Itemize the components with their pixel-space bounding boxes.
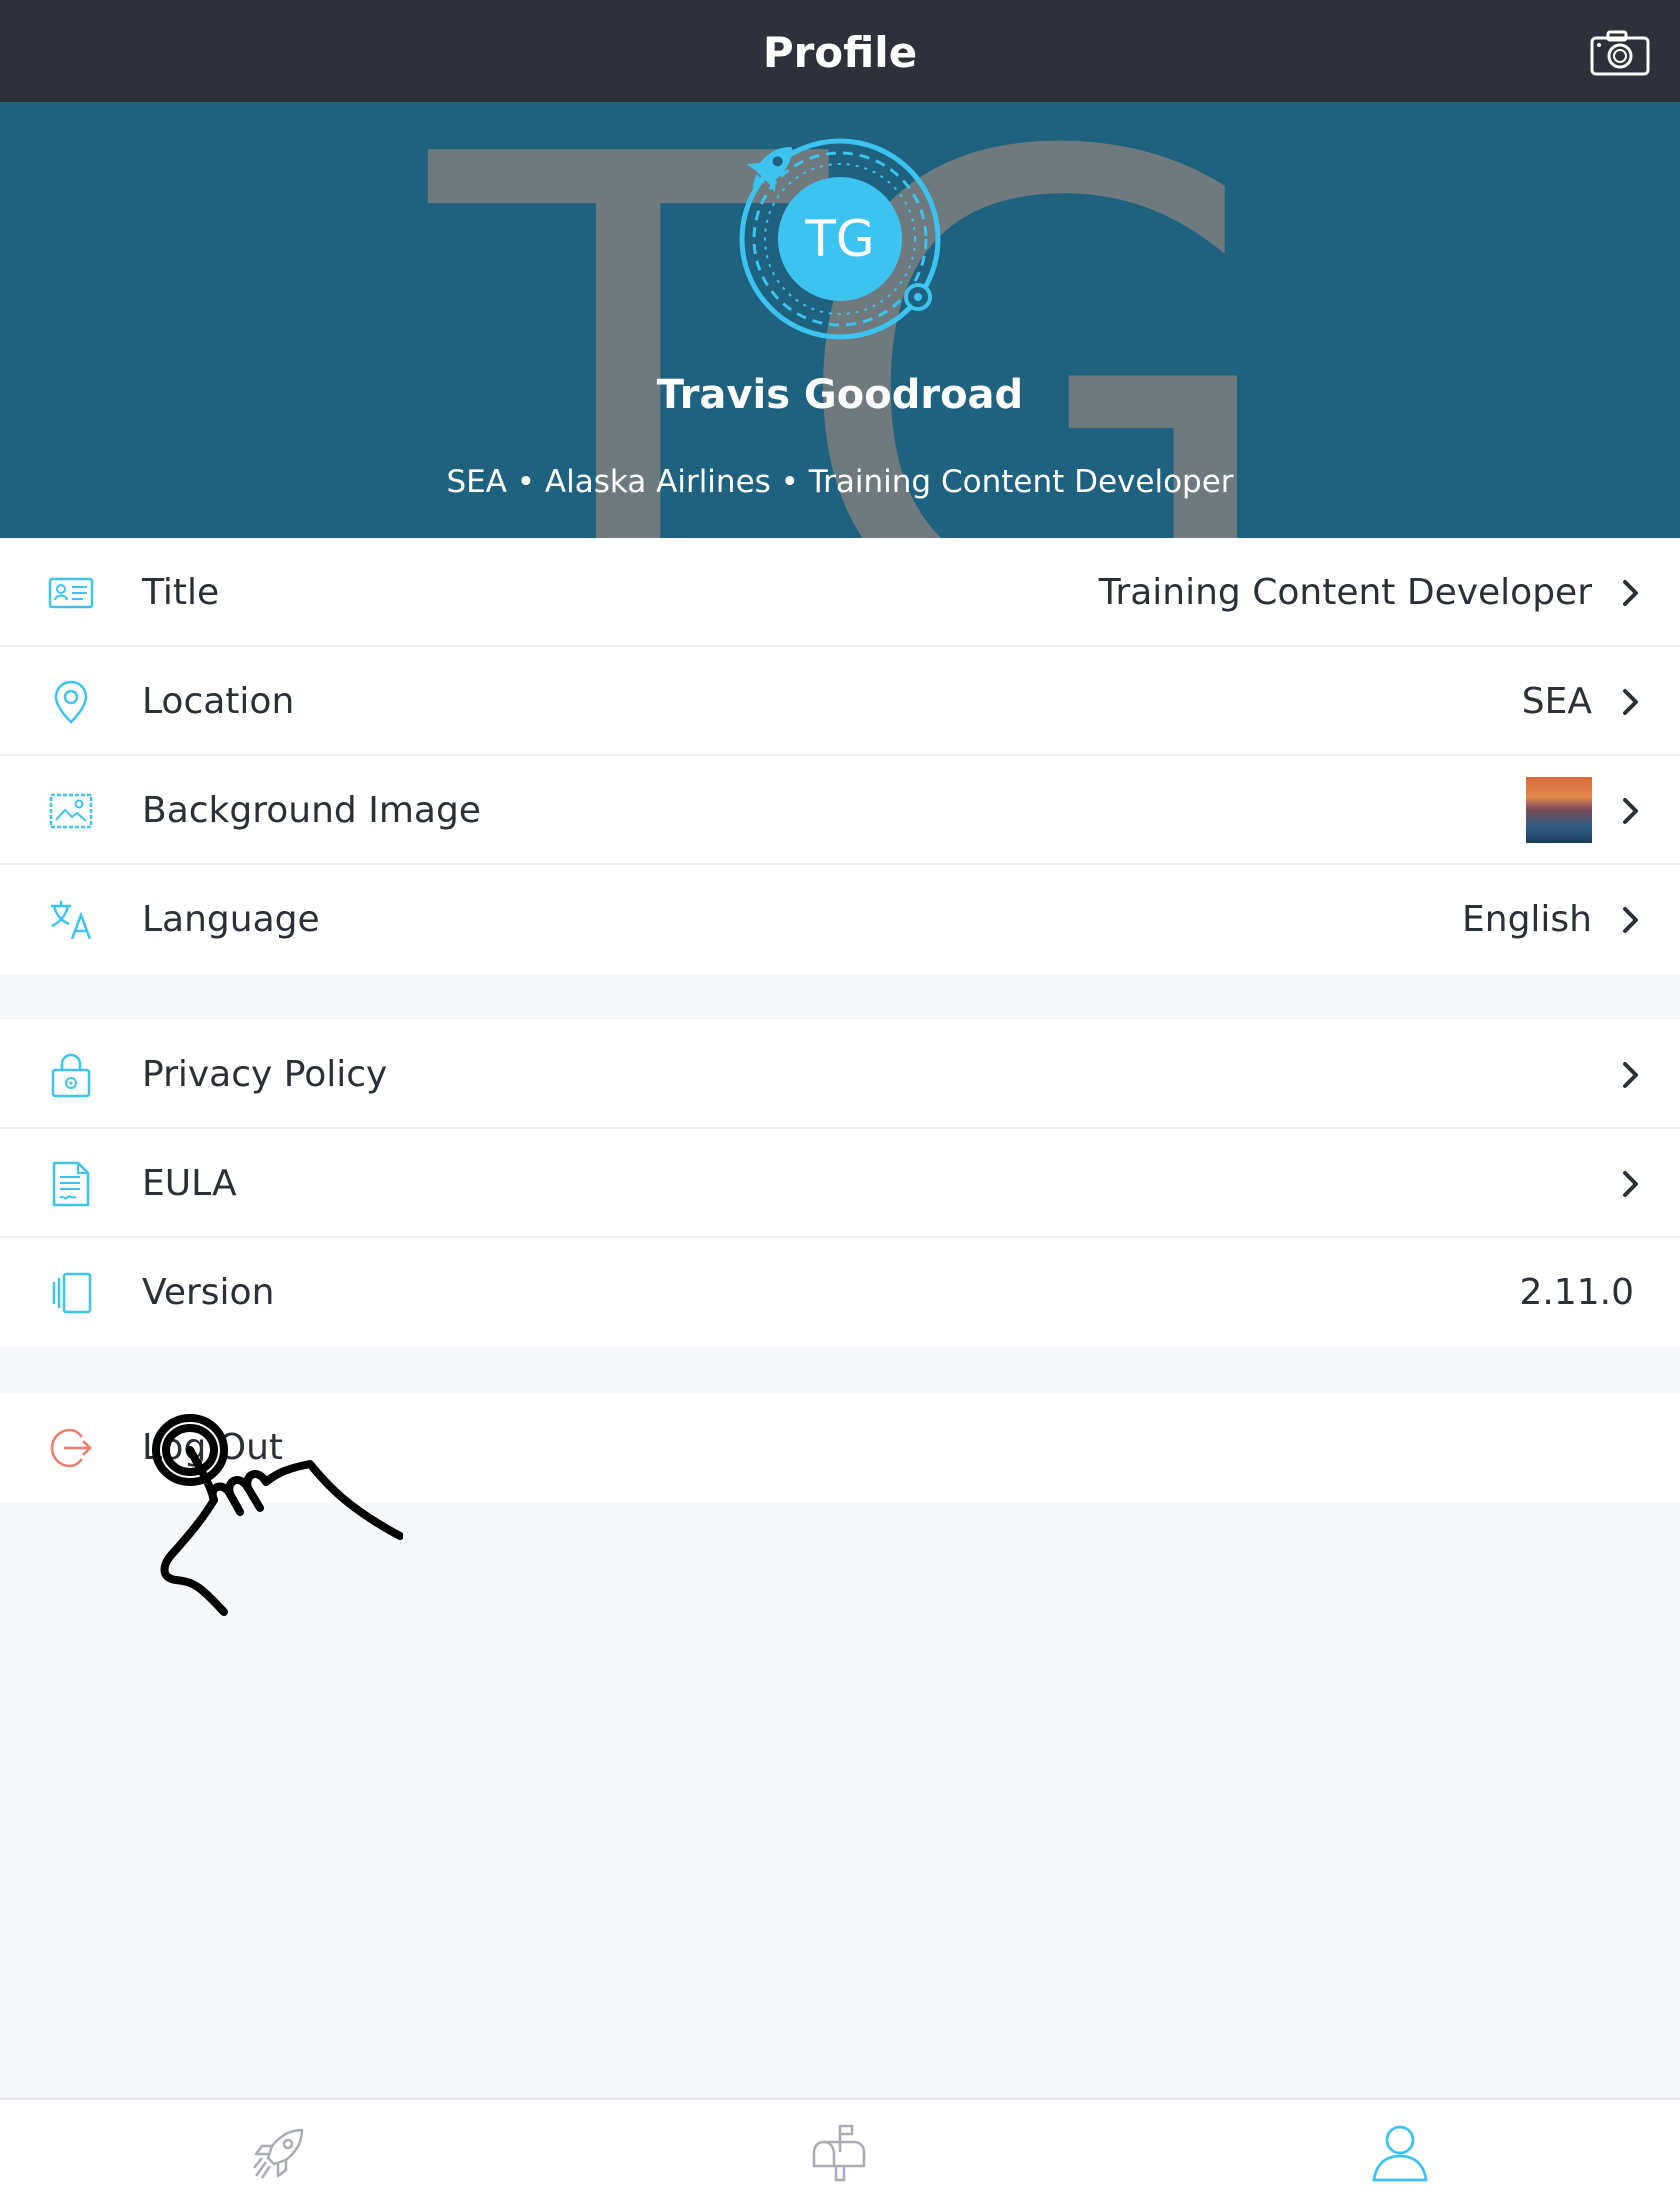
document-icon — [52, 1161, 90, 1207]
row-version: Version 2.11.0 — [0, 1238, 1680, 1347]
profile-header: TG TG Travis Goodroad SEA • Alaska Airli… — [0, 102, 1680, 538]
camera-icon[interactable] — [1590, 30, 1650, 76]
avatar-initials: TG — [778, 177, 902, 301]
row-label: Version — [142, 1272, 275, 1313]
tab-rocket[interactable] — [250, 2122, 310, 2182]
tap-gesture-icon — [152, 1414, 403, 1616]
lock-icon — [51, 1053, 91, 1098]
row-label: EULA — [142, 1163, 237, 1204]
info-list: Privacy Policy EULA Version 2.11.0 — [0, 1020, 1680, 1347]
version-value: 2.11.0 — [1519, 1272, 1634, 1313]
avatar[interactable]: TG — [730, 129, 950, 349]
row-label: Background Image — [142, 790, 481, 831]
tab-bar — [0, 2098, 1680, 2205]
row-background-image[interactable]: Background Image — [0, 756, 1680, 865]
map-pin-icon — [54, 680, 88, 724]
row-label: Location — [142, 681, 295, 722]
chevron-right-icon — [1623, 1171, 1638, 1197]
chevron-right-icon — [1623, 689, 1638, 715]
row-eula[interactable]: EULA — [0, 1129, 1680, 1238]
chevron-right-icon — [1623, 907, 1638, 933]
row-title[interactable]: Title Training Content Developer — [0, 538, 1680, 647]
profile-details-list: Title Training Content Developer Locatio… — [0, 538, 1680, 974]
row-label: Privacy Policy — [142, 1054, 388, 1095]
background-image-thumbnail — [1526, 777, 1592, 843]
chevron-right-icon — [1623, 580, 1638, 606]
translate-icon — [51, 901, 92, 940]
chevron-right-icon — [1623, 798, 1638, 824]
row-value: Training Content Developer — [1098, 572, 1592, 613]
row-value: English — [1462, 899, 1592, 940]
logout-icon — [50, 1428, 92, 1468]
row-location[interactable]: Location SEA — [0, 647, 1680, 756]
row-value: SEA — [1521, 681, 1592, 722]
row-privacy-policy[interactable]: Privacy Policy — [0, 1020, 1680, 1129]
chevron-right-icon — [1623, 1062, 1638, 1088]
row-label: Title — [142, 572, 220, 613]
tab-profile[interactable] — [1370, 2122, 1430, 2182]
profile-subtitle: SEA • Alaska Airlines • Training Content… — [446, 464, 1234, 500]
devices-icon — [52, 1272, 92, 1314]
profile-name: Travis Goodroad — [656, 372, 1024, 418]
row-language[interactable]: Language English — [0, 865, 1680, 974]
page-title: Profile — [762, 28, 918, 77]
navigation-bar: Profile — [0, 0, 1680, 102]
id-card-icon — [48, 577, 94, 609]
tab-mailbox[interactable] — [810, 2122, 870, 2182]
row-label: Language — [142, 899, 320, 940]
image-icon — [49, 793, 93, 829]
